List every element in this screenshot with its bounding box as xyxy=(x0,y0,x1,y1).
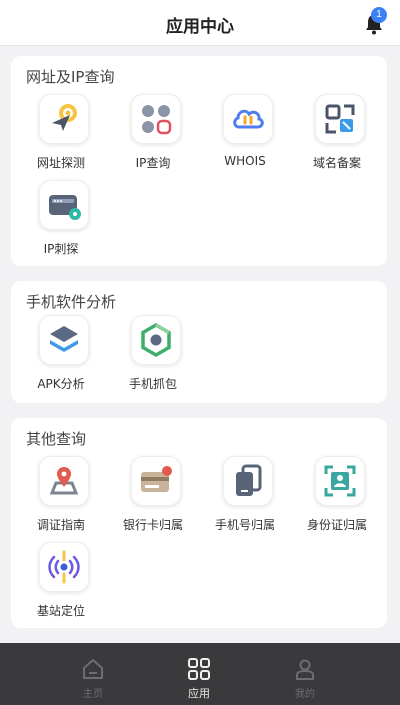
nav-item-home[interactable]: 主页 xyxy=(43,643,143,705)
signal-tower-icon xyxy=(39,542,89,592)
app-tile-label: IP查询 xyxy=(135,156,171,170)
phone-copy-icon xyxy=(223,456,273,506)
section-card-other-queries: 其他查询 调证指南 银行卡归属 手机号归属 身份证归属 基站定位 xyxy=(11,418,387,628)
app-tile-phone-number[interactable]: 手机号归属 xyxy=(199,450,291,540)
map-pin-icon xyxy=(39,456,89,506)
domain-frame-icon xyxy=(315,94,365,144)
apps-grid-icon xyxy=(187,657,211,681)
app-tile-label: 手机号归属 xyxy=(214,518,275,532)
app-tile-base-station[interactable]: 基站定位 xyxy=(15,536,107,626)
app-header: 应用中心 1 xyxy=(0,0,400,46)
app-tile-whois[interactable]: WHOIS xyxy=(199,88,291,178)
home-icon xyxy=(81,657,105,681)
app-tile-label: 域名备案 xyxy=(312,156,361,170)
layers-icon xyxy=(39,315,89,365)
app-tile-label: 调证指南 xyxy=(36,518,85,532)
nav-item-apps[interactable]: 应用 xyxy=(149,643,249,705)
section-card-mobile-analysis: 手机软件分析 APK分析 手机抓包 xyxy=(11,281,387,403)
section-title: 网址及IP查询 xyxy=(26,68,115,86)
server-pin-icon xyxy=(39,180,89,230)
nav-label: 主页 xyxy=(83,689,103,700)
id-scan-icon xyxy=(315,456,365,506)
hexagon-capture-icon xyxy=(131,315,181,365)
nav-label: 我的 xyxy=(295,689,315,700)
notification-badge: 1 xyxy=(371,7,387,23)
app-tile-apk-analysis[interactable]: APK分析 xyxy=(15,309,107,399)
app-tile-label: 手机抓包 xyxy=(128,377,177,391)
target-cursor-icon xyxy=(39,94,89,144)
app-tile-id-card[interactable]: 身份证归属 xyxy=(291,450,383,540)
app-tile-label: IP刺探 xyxy=(43,242,79,256)
app-tile-label: 基站定位 xyxy=(36,604,85,618)
bank-card-icon xyxy=(131,456,181,506)
app-tile-label: WHOIS xyxy=(224,154,266,168)
app-tile-label: APK分析 xyxy=(37,377,85,391)
bottom-nav: 主页 应用 我的 xyxy=(0,643,400,705)
app-tile-label: 银行卡归属 xyxy=(122,518,183,532)
cloud-link-icon xyxy=(223,94,273,144)
app-tile-label: 身份证归属 xyxy=(306,518,367,532)
section-card-web-ip: 网址及IP查询 网址探测 IP查询 WHOIS 域名备案 IP刺探 xyxy=(11,56,387,266)
ip-grid-icon xyxy=(131,94,181,144)
nav-label: 应用 xyxy=(188,687,210,700)
app-tile-label: 网址探测 xyxy=(36,156,85,170)
app-tile-domain-record[interactable]: 域名备案 xyxy=(291,88,383,178)
app-tile-evidence-guide[interactable]: 调证指南 xyxy=(15,450,107,540)
section-title: 其他查询 xyxy=(26,430,87,448)
app-tile-packet-capture[interactable]: 手机抓包 xyxy=(107,309,199,399)
app-tile-url-probe[interactable]: 网址探测 xyxy=(15,88,107,178)
app-tile-bank-card[interactable]: 银行卡归属 xyxy=(107,450,199,540)
app-tile-ip-probe[interactable]: IP刺探 xyxy=(15,174,107,264)
nav-item-profile[interactable]: 我的 xyxy=(255,643,355,705)
app-tile-ip-query[interactable]: IP查询 xyxy=(107,88,199,178)
user-icon xyxy=(293,657,317,681)
page-title: 应用中心 xyxy=(166,17,234,37)
